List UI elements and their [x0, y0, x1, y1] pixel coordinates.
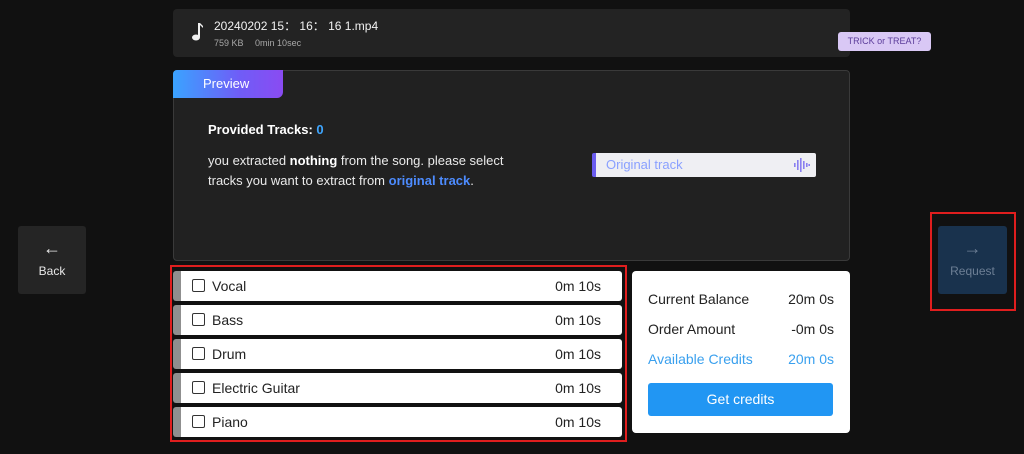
order-amount-value: -0m 0s — [791, 321, 834, 337]
credits-summary-card: Current Balance 20m 0s Order Amount -0m … — [632, 271, 850, 433]
request-button[interactable]: → Request — [938, 226, 1007, 294]
current-balance-value: 20m 0s — [788, 291, 834, 307]
file-meta: 759 KB 0min 10sec — [214, 38, 301, 48]
track-checkbox[interactable] — [192, 415, 205, 428]
track-item-bass[interactable]: Bass 0m 10s — [173, 305, 622, 335]
track-checkbox[interactable] — [192, 347, 205, 360]
back-button[interactable]: ← Back — [18, 226, 86, 294]
track-name: Bass — [212, 312, 244, 328]
promo-badge[interactable]: TRICK or TREAT? — [838, 32, 931, 51]
available-credits-label: Available Credits — [648, 351, 753, 367]
track-duration: 0m 10s — [555, 380, 601, 396]
track-name: Drum — [212, 346, 247, 362]
arrow-right-icon: → — [963, 238, 982, 258]
provided-tracks-label: Provided Tracks: — [208, 122, 313, 137]
track-checkbox[interactable] — [192, 279, 205, 292]
available-credits-value: 20m 0s — [788, 351, 834, 367]
provided-tracks: Provided Tracks: 0 — [208, 122, 324, 137]
request-label: Request — [950, 264, 995, 278]
track-item-drum[interactable]: Drum 0m 10s — [173, 339, 622, 369]
track-name: Piano — [212, 414, 248, 430]
original-track-button[interactable]: Original track — [592, 153, 816, 177]
order-amount-label: Order Amount — [648, 321, 736, 337]
waveform-icon — [794, 158, 810, 172]
track-duration: 0m 10s — [555, 346, 601, 362]
provided-tracks-count: 0 — [316, 122, 324, 137]
message-bold: nothing — [289, 153, 338, 168]
extraction-message: you extracted nothing from the song. ple… — [208, 151, 528, 191]
file-name: 20240202 15： 16： 16 1.mp4 — [214, 19, 379, 33]
track-duration: 0m 10s — [555, 414, 601, 430]
file-duration: 0min 10sec — [255, 38, 302, 48]
file-info-bar: 20240202 15： 16： 16 1.mp4 759 KB 0min 10… — [173, 9, 850, 57]
original-track-label: Original track — [606, 157, 683, 172]
message-end: . — [470, 173, 474, 188]
back-label: Back — [38, 264, 66, 278]
message-text-1: you extracted — [208, 153, 290, 168]
file-size: 759 KB — [214, 38, 244, 48]
track-checkbox[interactable] — [192, 381, 205, 394]
current-balance-label: Current Balance — [648, 291, 750, 307]
track-name: Electric Guitar — [212, 380, 300, 396]
track-duration: 0m 10s — [555, 312, 601, 328]
preview-panel: Preview Provided Tracks: 0 you extracted… — [173, 70, 850, 261]
get-credits-button[interactable]: Get credits — [648, 383, 833, 416]
tab-preview[interactable]: Preview — [173, 70, 283, 98]
music-note-icon — [192, 23, 203, 41]
track-item-piano[interactable]: Piano 0m 10s — [173, 407, 622, 437]
current-balance-row: Current Balance 20m 0s — [648, 291, 834, 307]
available-credits-row: Available Credits 20m 0s — [648, 351, 834, 367]
arrow-left-icon: ← — [43, 238, 61, 258]
track-name: Vocal — [212, 278, 247, 294]
track-item-electric-guitar[interactable]: Electric Guitar 0m 10s — [173, 373, 622, 403]
order-amount-row: Order Amount -0m 0s — [648, 321, 834, 337]
track-item-vocal[interactable]: Vocal 0m 10s — [173, 271, 622, 301]
original-track-link[interactable]: original track — [389, 173, 471, 188]
track-duration: 0m 10s — [555, 278, 601, 294]
track-checkbox[interactable] — [192, 313, 205, 326]
